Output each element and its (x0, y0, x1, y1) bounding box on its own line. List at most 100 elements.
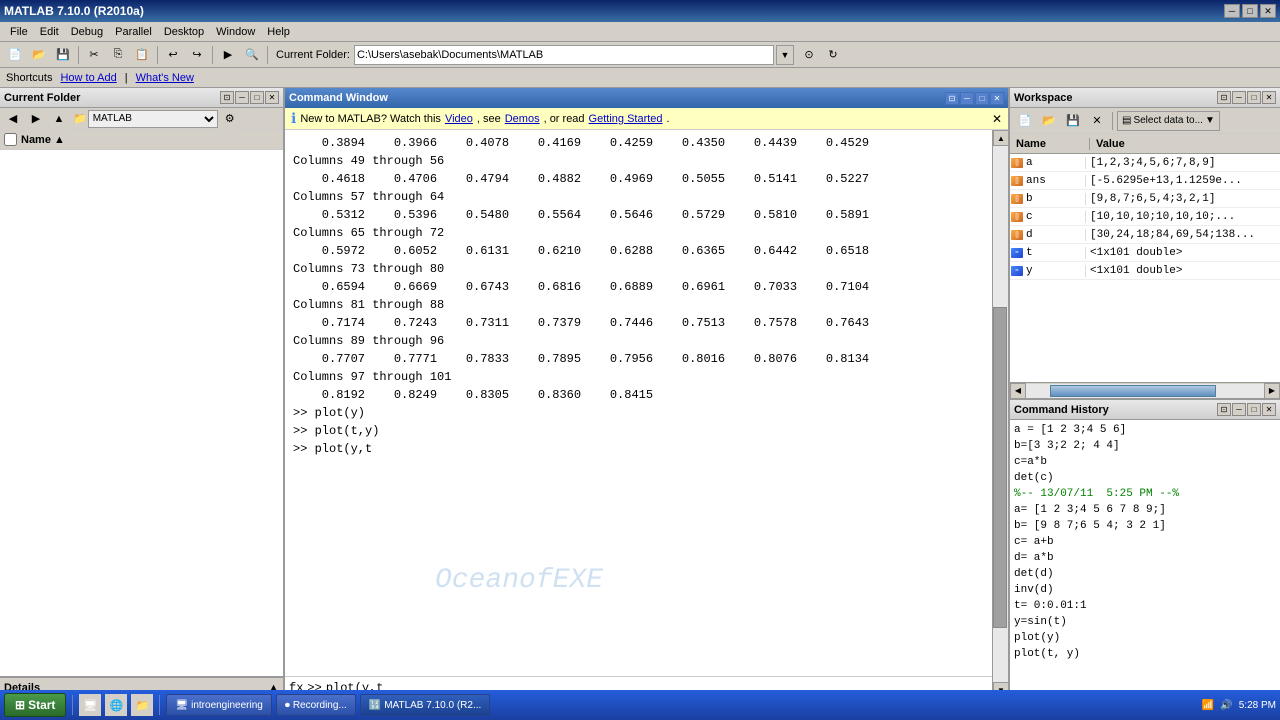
ws-minimize-button[interactable]: ─ (1232, 91, 1246, 104)
ch-line-9[interactable]: det(d) (1014, 566, 1276, 582)
minimize-button[interactable]: ─ (1224, 4, 1240, 18)
scroll-up-button[interactable]: ▲ (993, 130, 1008, 146)
folder-browse-button[interactable]: ▼ (776, 45, 794, 65)
redo-button[interactable]: ↪ (186, 44, 208, 66)
how-to-add-link[interactable]: How to Add (60, 72, 116, 84)
taskbar-item-recording[interactable]: ⏺ Recording... (276, 694, 356, 716)
ws-row-c[interactable]: []c[10,10,10;10,10,10;... (1010, 208, 1280, 226)
hs-left-button[interactable]: ◀ (1010, 383, 1026, 399)
hs-right-button[interactable]: ▶ (1264, 383, 1280, 399)
taskbar-browser[interactable]: 🌐 (105, 694, 127, 716)
ch-line-4[interactable]: %-- 13/07/11 5:25 PM --% (1014, 486, 1276, 502)
select-all-checkbox[interactable] (4, 133, 17, 146)
ch-line-6[interactable]: b= [9 8 7;6 5 4; 3 2 1] (1014, 518, 1276, 534)
select-data-button[interactable]: ▤ Select data to... ▼ (1117, 111, 1220, 131)
ch-minimize-button[interactable]: ─ (1232, 403, 1246, 416)
ws-open-button[interactable]: 📂 (1038, 110, 1060, 132)
getting-started-link[interactable]: Getting Started (589, 113, 663, 125)
ch-line-2[interactable]: c=a*b (1014, 454, 1276, 470)
hs-thumb[interactable] (1050, 385, 1217, 397)
close-button[interactable]: ✕ (1260, 4, 1276, 18)
ws-undock-button[interactable]: ⊡ (1217, 91, 1231, 104)
ws-new-var-button[interactable]: 📄 (1014, 110, 1036, 132)
new-file-button[interactable]: 📄 (4, 44, 26, 66)
ws-row-b[interactable]: []b[9,8,7;6,5,4;3,2,1] (1010, 190, 1280, 208)
ch-undock-button[interactable]: ⊡ (1217, 403, 1231, 416)
ws-row-y[interactable]: ≈y<1x101 double> (1010, 262, 1280, 280)
paste-button[interactable]: 📋 (131, 44, 153, 66)
ws-close-button[interactable]: ✕ (1262, 91, 1276, 104)
menu-edit[interactable]: Edit (34, 24, 65, 40)
cmd-maximize-button[interactable]: □ (975, 92, 989, 105)
ch-line-10[interactable]: inv(d) (1014, 582, 1276, 598)
folder-path-input[interactable] (354, 45, 774, 65)
open-button[interactable]: 📂 (28, 44, 50, 66)
whats-new-link[interactable]: What's New (136, 72, 194, 84)
ch-line-14[interactable]: plot(t, y) (1014, 646, 1276, 662)
cmd-header-buttons: ⊡ ─ □ ✕ (945, 92, 1004, 105)
taskbar-show-desktop[interactable]: 🖥 (79, 694, 101, 716)
menu-parallel[interactable]: Parallel (109, 24, 158, 40)
panel-maximize-button[interactable]: □ (250, 91, 264, 104)
nav-up-button[interactable]: ▲ (48, 108, 70, 130)
taskbar-item-introengineering[interactable]: 🖥 introengineering (166, 694, 271, 716)
folder-settings-button[interactable]: ⚙ (219, 108, 241, 130)
ws-row-t[interactable]: ≈t<1x101 double> (1010, 244, 1280, 262)
ch-line-13[interactable]: plot(y) (1014, 630, 1276, 646)
panel-minimize-button[interactable]: ─ (235, 91, 249, 104)
ws-row-a[interactable]: []a[1,2,3;4,5,6;7,8,9] (1010, 154, 1280, 172)
ch-line-5[interactable]: a= [1 2 3;4 5 6 7 8 9;] (1014, 502, 1276, 518)
debug-button[interactable]: 🔍 (241, 44, 263, 66)
menu-window[interactable]: Window (210, 24, 261, 40)
ch-line-0[interactable]: a = [1 2 3;4 5 6] (1014, 422, 1276, 438)
menu-debug[interactable]: Debug (65, 24, 109, 40)
cmd-minimize-button[interactable]: ─ (960, 92, 974, 105)
cmd-undock-button[interactable]: ⊡ (945, 92, 959, 105)
run-button[interactable]: ▶ (217, 44, 239, 66)
ch-line-11[interactable]: t= 0:0.01:1 (1014, 598, 1276, 614)
hs-track[interactable] (1026, 384, 1264, 398)
save-button[interactable]: 💾 (52, 44, 74, 66)
panel-undock-button[interactable]: ⊡ (220, 91, 234, 104)
command-history-content[interactable]: a = [1 2 3;4 5 6]b=[3 3;2 2; 4 4]c=a*bde… (1010, 420, 1280, 698)
start-button[interactable]: ⊞ Start (4, 693, 66, 717)
scroll-thumb[interactable] (993, 307, 1007, 629)
ch-line-12[interactable]: y=sin(t) (1014, 614, 1276, 630)
taskbar-explorer[interactable]: 📁 (131, 694, 153, 716)
ws-maximize-button[interactable]: □ (1247, 91, 1261, 104)
info-close-button[interactable]: ✕ (992, 112, 1002, 126)
maximize-button[interactable]: □ (1242, 4, 1258, 18)
video-link[interactable]: Video (445, 113, 473, 125)
ws-delete-button[interactable]: ✕ (1086, 110, 1108, 132)
cmd-close-button[interactable]: ✕ (990, 92, 1004, 105)
ch-close-button[interactable]: ✕ (1262, 403, 1276, 416)
ch-maximize-button[interactable]: □ (1247, 403, 1261, 416)
file-list[interactable] (0, 150, 283, 676)
menu-desktop[interactable]: Desktop (158, 24, 210, 40)
undo-button[interactable]: ↩ (162, 44, 184, 66)
cmd-scrollbar-vertical[interactable]: ▲ ▼ (992, 130, 1008, 698)
cmd-content[interactable]: 0.3894 0.3966 0.4078 0.4169 0.4259 0.435… (285, 130, 992, 676)
taskbar-sep (72, 695, 73, 715)
menu-file[interactable]: File (4, 24, 34, 40)
cut-button[interactable]: ✂ (83, 44, 105, 66)
folder-dropdown[interactable]: MATLAB (88, 110, 218, 128)
nav-back-button[interactable]: ◀ (2, 108, 24, 130)
browse-folder-button[interactable]: ⊙ (798, 44, 820, 66)
refresh-button[interactable]: ↻ (822, 44, 844, 66)
nav-forward-button[interactable]: ▶ (25, 108, 47, 130)
ch-line-1[interactable]: b=[3 3;2 2; 4 4] (1014, 438, 1276, 454)
ws-row-d[interactable]: []d[30,24,18;84,69,54;138... (1010, 226, 1280, 244)
ch-line-3[interactable]: det(c) (1014, 470, 1276, 486)
demos-link[interactable]: Demos (505, 113, 540, 125)
ws-horizontal-scrollbar[interactable]: ◀ ▶ (1010, 382, 1280, 398)
menu-help[interactable]: Help (261, 24, 296, 40)
ws-save-button[interactable]: 💾 (1062, 110, 1084, 132)
ch-line-8[interactable]: d= a*b (1014, 550, 1276, 566)
copy-button[interactable]: ⎘ (107, 44, 129, 66)
taskbar-item-matlab[interactable]: 🔢 MATLAB 7.10.0 (R2... (360, 694, 491, 716)
panel-close-button[interactable]: ✕ (265, 91, 279, 104)
ch-line-7[interactable]: c= a+b (1014, 534, 1276, 550)
ws-row-ans[interactable]: []ans[-5.6295e+13,1.1259e... (1010, 172, 1280, 190)
scroll-track[interactable] (993, 146, 1008, 682)
